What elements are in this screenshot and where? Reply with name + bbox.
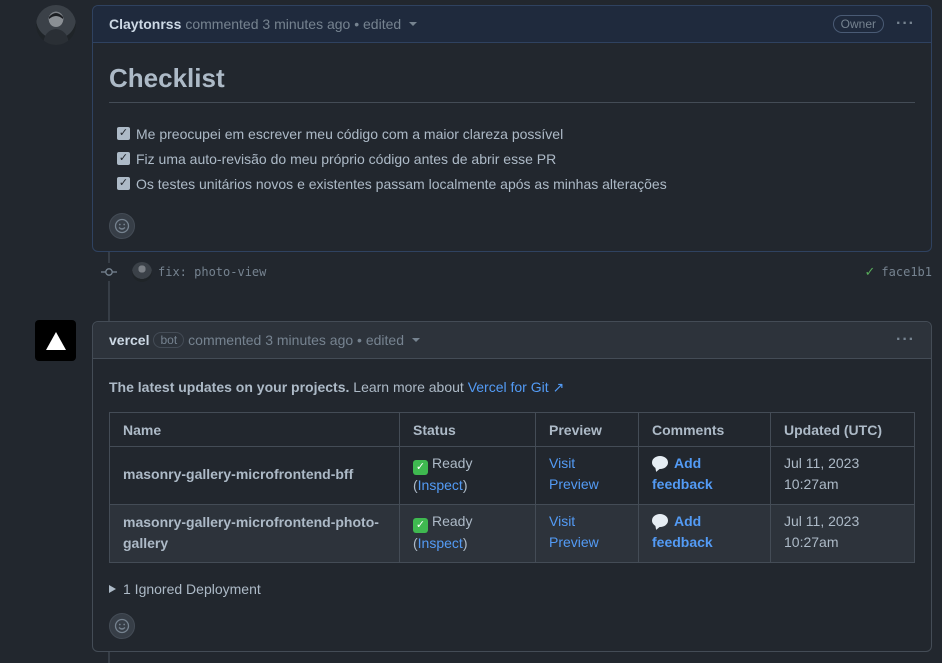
preview-cell: Visit Preview: [535, 504, 639, 563]
commit-message[interactable]: fix: photo-view: [158, 265, 266, 279]
checkbox-checked-icon[interactable]: ✓: [117, 127, 130, 140]
preview-cell: Visit Preview: [535, 446, 639, 505]
comment-meta: commented 3 minutes ago • edited: [185, 16, 402, 32]
comment-header: Claytonrss commented 3 minutes ago • edi…: [93, 6, 931, 43]
git-commit-icon: [100, 263, 118, 281]
comments-cell: Add feedback: [638, 446, 771, 505]
avatar[interactable]: [132, 262, 152, 282]
intro-text: The latest updates on your projects. Lea…: [109, 379, 915, 396]
table-row: masonry-gallery-microfrontend-photo-gall…: [109, 504, 915, 563]
avatar[interactable]: [36, 5, 76, 45]
table-row: masonry-gallery-microfrontend-bff ✓ Ready…: [109, 446, 915, 505]
deployments-table: Name Status Preview Comments Updated (UT…: [109, 412, 915, 563]
comment-claytonrss: Claytonrss commented 3 minutes ago • edi…: [92, 5, 932, 252]
task-label: Os testes unitários novos e existentes p…: [136, 175, 667, 192]
check-mark-icon: ✓: [413, 460, 428, 475]
task-label: Fiz uma auto-revisão do meu próprio códi…: [136, 150, 557, 167]
column-header: Name: [109, 412, 400, 447]
vercel-logo-icon[interactable]: [35, 320, 76, 361]
inspect-link[interactable]: Inspect: [418, 535, 463, 551]
check-icon: ✓: [864, 264, 876, 279]
column-header: Status: [399, 412, 536, 447]
intro-plain: Learn more about: [353, 379, 464, 395]
task-item: ✓ Me preocupei em escrever meu código co…: [109, 121, 915, 146]
visit-preview-link[interactable]: Visit Preview: [549, 513, 599, 550]
checklist-heading: Checklist: [109, 63, 915, 103]
checkbox-checked-icon[interactable]: ✓: [117, 177, 130, 190]
visit-preview-link[interactable]: Visit Preview: [549, 455, 599, 492]
updated-cell: Jul 11, 2023 10:27am: [770, 446, 915, 505]
kebab-menu-icon[interactable]: ···: [896, 331, 915, 349]
triangle-right-icon: [109, 585, 116, 593]
status-cell: ✓ Ready (Inspect): [399, 504, 536, 563]
comment-author[interactable]: Claytonrss: [109, 16, 181, 32]
intro-bold: The latest updates on your projects.: [109, 379, 350, 395]
comment-author[interactable]: vercel: [109, 332, 149, 348]
comment-meta: commented 3 minutes ago • edited: [188, 332, 404, 348]
smiley-icon: [114, 618, 130, 634]
ignored-deployments-toggle[interactable]: 1 Ignored Deployment: [109, 581, 915, 597]
checkbox-checked-icon[interactable]: ✓: [117, 152, 130, 165]
project-name: masonry-gallery-microfrontend-photo-gall…: [109, 504, 400, 563]
bot-badge: bot: [153, 332, 185, 348]
chevron-down-icon[interactable]: [411, 338, 420, 342]
status-text: Ready: [432, 455, 473, 471]
speech-bubble-icon: [652, 514, 668, 527]
status-cell: ✓ Ready (Inspect): [399, 446, 536, 505]
add-reaction-button[interactable]: [109, 213, 135, 239]
smiley-icon: [114, 218, 130, 234]
task-label: Me preocupei em escrever meu código com …: [136, 125, 564, 142]
comment-vercel: vercel bot commented 3 minutes ago • edi…: [92, 321, 932, 652]
owner-badge: Owner: [832, 15, 885, 33]
ignored-label: 1 Ignored Deployment: [123, 581, 261, 597]
column-header: Comments: [638, 412, 771, 447]
column-header: Updated (UTC): [770, 412, 915, 447]
column-header: Preview: [535, 412, 639, 447]
status-text: Ready: [432, 513, 473, 529]
comments-cell: Add feedback: [638, 504, 771, 563]
kebab-menu-icon[interactable]: ···: [896, 15, 915, 33]
check-mark-icon: ✓: [413, 518, 428, 533]
speech-bubble-icon: [652, 456, 668, 469]
chevron-down-icon[interactable]: [409, 22, 418, 26]
task-item: ✓ Fiz uma auto-revisão do meu próprio có…: [109, 146, 915, 171]
inspect-link[interactable]: Inspect: [418, 477, 463, 493]
commit-sha[interactable]: face1b1: [881, 265, 932, 279]
commit-row: fix: photo-view ✓ face1b1: [100, 260, 932, 284]
updated-cell: Jul 11, 2023 10:27am: [770, 504, 915, 563]
vercel-for-git-link[interactable]: Vercel for Git ↗: [468, 379, 565, 395]
comment-header: vercel bot commented 3 minutes ago • edi…: [93, 322, 931, 359]
task-item: ✓ Os testes unitários novos e existentes…: [109, 171, 915, 196]
project-name: masonry-gallery-microfrontend-bff: [109, 446, 400, 505]
add-reaction-button[interactable]: [109, 613, 135, 639]
